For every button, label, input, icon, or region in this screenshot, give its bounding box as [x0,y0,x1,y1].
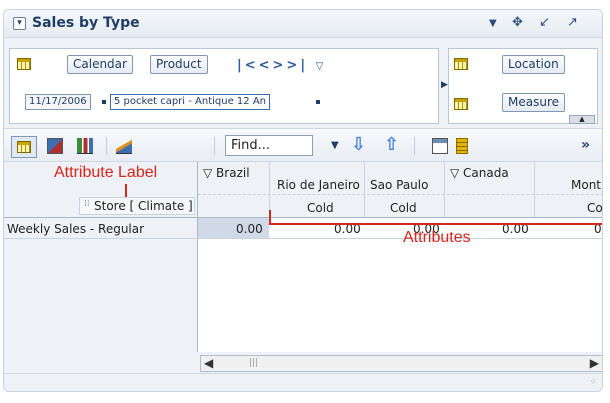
collapse-icon[interactable]: ▾ [13,17,26,30]
toolbar-separator [414,137,415,155]
panel-title: Sales by Type [32,15,140,31]
toolbar-separator [214,137,215,155]
col-header-rio: Rio de Janeiro [277,178,360,192]
attributes-annotation: Attributes [403,229,471,246]
area-chart-icon[interactable] [116,138,132,154]
overflow-chevron-icon[interactable]: » [581,137,590,153]
toolbar-separator [106,137,107,155]
location-tab[interactable]: Location [502,55,565,74]
sales-by-type-panel: ▾ Sales by Type ▼ ✥ ↙ ↗ Calendar Product… [3,9,603,392]
page-edge-left: Calendar Product |<<>>| ▽ 11/17/2006 5 p… [9,48,439,124]
row-header-weekly-sales: Weekly Sales - Regular [7,222,145,236]
find-next-down-arrow-icon[interactable]: ⇩ [351,134,366,155]
maximize-icon[interactable]: ↗ [567,15,578,30]
splitter-handle-icon[interactable]: ▶ [441,80,448,90]
table-view-button[interactable] [11,136,37,158]
table-icon [17,141,31,153]
minimize-icon[interactable]: ↙ [539,15,550,30]
toolbar: Find... ▼ ⇩ ⇧ » [4,128,602,162]
separator-square-icon [316,100,320,104]
panel-header: ▾ Sales by Type ▼ ✥ ↙ ↗ [4,10,602,38]
separator-square-icon [102,100,106,104]
col-header-sao-paulo: Sao Paulo [370,178,429,192]
pivot-table: Attribute Label ⁞⁞ Store [ Climate ] ▽ B… [4,162,603,352]
attribute-label-annotation: Attribute Label [54,164,158,181]
status-bar: ⁘ [4,373,602,391]
resize-grip-icon[interactable]: ⁘ [589,377,597,387]
scroll-left-icon[interactable]: ◀ [204,356,213,370]
grid-icon[interactable] [454,98,468,110]
product-tab[interactable]: Product [150,55,208,74]
scroll-right-icon[interactable]: ▶ [590,356,599,370]
attr-sao-paulo: Cold [390,201,417,215]
attributes-bracket-line [269,223,602,225]
page-edge-right: Location Measure ▲ [448,48,598,124]
col-header-canada[interactable]: ▽ Canada [450,166,509,180]
attr-rio: Cold [307,201,334,215]
page-navigation-icons[interactable]: |<<>>| ▽ [237,58,323,73]
attributes-bracket-left [269,210,271,224]
store-climate-label: Store [ Climate ] [94,199,193,213]
chart-table-icon[interactable] [47,138,63,154]
scroll-grip-icon[interactable]: ||| [249,358,258,368]
attr-mont: Co [587,201,603,215]
measure-tab[interactable]: Measure [502,93,565,112]
date-value-box[interactable]: 11/17/2006 [25,94,91,110]
find-dropdown-icon[interactable]: ▼ [331,140,339,151]
grid-icon[interactable] [454,58,468,70]
drag-grip-icon[interactable]: ⁞⁞ [84,199,90,209]
find-previous-up-arrow-icon[interactable]: ⇧ [384,134,399,155]
store-attribute-handle[interactable]: ⁞⁞ Store [ Climate ] [79,197,195,215]
freeze-icon[interactable] [432,138,448,154]
horizontal-scrollbar[interactable]: ◀ ||| ▶ [200,355,602,372]
ruler-icon[interactable] [456,138,468,154]
calendar-tab[interactable]: Calendar [67,55,133,74]
move-icon[interactable]: ✥ [512,15,523,30]
menu-dropdown-icon[interactable]: ▼ [489,18,497,29]
bar-chart-icon[interactable] [77,138,93,154]
col-header-brazil[interactable]: ▽ Brazil [203,166,250,180]
col-header-mont: Mont [571,178,602,192]
value-brazil[interactable]: 0.00 [236,222,263,236]
attributes-bracket-right [602,210,603,224]
product-value-box[interactable]: 5 pocket capri - Antique 12 An [110,94,270,110]
find-input[interactable]: Find... [225,135,313,156]
collapse-up-icon[interactable]: ▲ [569,115,595,124]
grid-icon[interactable] [17,58,31,70]
